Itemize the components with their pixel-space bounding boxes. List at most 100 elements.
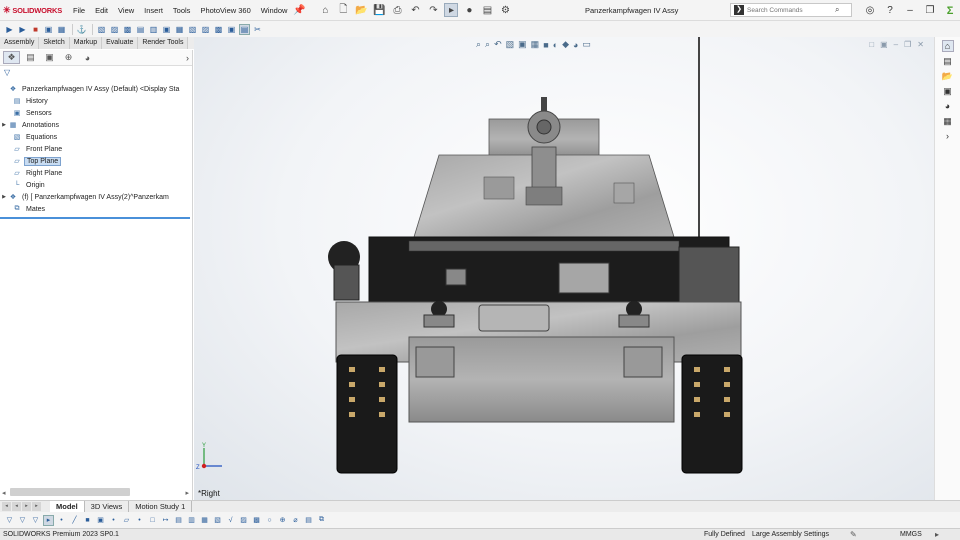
tree-item-sensors[interactable]: ▣ Sensors: [0, 107, 192, 119]
tree-root[interactable]: ❖ Panzerkampfwagen IV Assy (Default) <Di…: [0, 83, 192, 95]
configuration-manager-tab-icon[interactable]: ▣: [41, 51, 58, 64]
tab-assembly[interactable]: Assembly: [0, 37, 40, 49]
search-commands[interactable]: ❯ ⌕: [730, 3, 852, 17]
tree-item-mates[interactable]: ⧉ Mates: [0, 203, 192, 215]
filter-datum-icon[interactable]: ▦: [199, 515, 210, 526]
clear-filter-icon[interactable]: ▽: [30, 515, 41, 526]
tree-item-origin[interactable]: └ Origin: [0, 179, 192, 191]
file-explorer-icon[interactable]: 📂: [942, 70, 954, 82]
reference-geometry-icon[interactable]: ▦: [174, 24, 185, 35]
rebuild-icon[interactable]: ✎: [850, 530, 857, 539]
menu-view[interactable]: View: [113, 6, 139, 15]
tab-sketch[interactable]: Sketch: [39, 37, 70, 49]
filter-points-icon[interactable]: •: [134, 515, 145, 526]
insert-component-icon[interactable]: ▧: [96, 24, 107, 35]
play-icon[interactable]: ▶: [4, 24, 15, 35]
menu-insert[interactable]: Insert: [139, 6, 168, 15]
record-icon[interactable]: ■: [30, 24, 41, 35]
open-icon[interactable]: 📂: [354, 3, 368, 17]
filter-mates-icon[interactable]: ⧉: [316, 515, 327, 526]
selection-filter-icon[interactable]: ▽: [4, 515, 15, 526]
measure-icon[interactable]: ✂: [252, 24, 263, 35]
menu-file[interactable]: File: [68, 6, 90, 15]
filter-gtol-icon[interactable]: ▥: [186, 515, 197, 526]
next-tab-icon[interactable]: ▸: [22, 502, 31, 511]
help-icon[interactable]: ?: [880, 5, 900, 16]
solidworks-logo[interactable]: ✳ SOLIDWORKS: [0, 5, 68, 16]
horizontal-scrollbar[interactable]: [10, 488, 130, 496]
tab-model[interactable]: Model: [50, 500, 85, 513]
home-icon[interactable]: ⌂: [318, 3, 332, 17]
bill-of-materials-icon[interactable]: ▨: [200, 24, 211, 35]
filter-surface-finish-icon[interactable]: √: [225, 515, 236, 526]
filter-edges-icon[interactable]: ╱: [69, 515, 80, 526]
filter-faces-icon[interactable]: ■: [82, 515, 93, 526]
filter-bodies-icon[interactable]: ▣: [95, 515, 106, 526]
tab-markup[interactable]: Markup: [69, 37, 103, 49]
design-library-icon[interactable]: ▤: [942, 55, 954, 67]
tab-motion-study-1[interactable]: Motion Study 1: [129, 500, 193, 513]
tree-item-annotations[interactable]: ▶ ▦ Annotations: [0, 119, 192, 131]
filter-weld-icon[interactable]: ▧: [212, 515, 223, 526]
redo-icon[interactable]: ↷: [426, 3, 440, 17]
dimxpert-tab-icon[interactable]: ⊕: [60, 51, 77, 64]
more-tabs-icon[interactable]: ›: [186, 53, 189, 63]
select-arrow-icon[interactable]: ▸: [43, 514, 54, 526]
graphics-area[interactable]: ⌕ ⌕ ↶ ▧ ▣ ▦ ■ ◐ ◆ ◕ ▭ □ ▣ – ❐ ✕ Y Z *Rig…: [194, 37, 934, 500]
filter-notes-icon[interactable]: ▤: [173, 515, 184, 526]
instant3d-icon[interactable]: ▣: [226, 24, 237, 35]
feature-manager-tab-icon[interactable]: ❖: [3, 51, 20, 64]
filter-dimensions-icon[interactable]: ↦: [160, 515, 171, 526]
unit-system[interactable]: MMGS: [900, 531, 922, 538]
filter-toggle-icon[interactable]: ▽: [17, 515, 28, 526]
tree-item-right-plane[interactable]: ▱ Right Plane: [0, 167, 192, 179]
appearances-icon[interactable]: ◕: [942, 100, 954, 112]
menu-edit[interactable]: Edit: [90, 6, 113, 15]
expand-icon[interactable]: ▶: [0, 122, 8, 128]
menu-window[interactable]: Window: [256, 6, 293, 15]
user-icon[interactable]: ◎: [860, 5, 880, 16]
tree-item-subassembly[interactable]: ▶ ❖ (f) [ Panzerkampfwagen IV Assy(2)^Pa…: [0, 191, 192, 203]
tab-3d-views[interactable]: 3D Views: [85, 500, 130, 513]
search-input[interactable]: [747, 6, 835, 14]
customize-status-icon[interactable]: ▸: [935, 530, 939, 539]
fast-forward-icon[interactable]: ▶: [17, 24, 28, 35]
expand-icon[interactable]: ▶: [0, 194, 8, 200]
view-palette-icon[interactable]: ▣: [942, 85, 954, 97]
first-tab-icon[interactable]: ◂: [2, 502, 11, 511]
filter-vertices-icon[interactable]: •: [56, 515, 67, 526]
solidworks-resources-icon[interactable]: ⌂: [941, 40, 954, 52]
save-icon[interactable]: 💾: [372, 3, 386, 17]
filter-icon[interactable]: ▽: [0, 66, 192, 80]
scroll-left-icon[interactable]: ◂: [2, 489, 6, 497]
mate-icon[interactable]: ▨: [109, 24, 120, 35]
options-gear-icon[interactable]: ⚙: [498, 3, 512, 17]
select-icon[interactable]: ▸: [444, 3, 459, 17]
custom-properties-icon[interactable]: ▦: [942, 115, 954, 127]
edit-component-icon[interactable]: ▣: [43, 24, 54, 35]
filter-balloons-icon[interactable]: ○: [264, 515, 275, 526]
exploded-view-icon[interactable]: ▩: [213, 24, 224, 35]
tree-item-equations[interactable]: ▧ Equations: [0, 131, 192, 143]
print-icon[interactable]: ⎙: [390, 3, 404, 17]
tree-item-top-plane[interactable]: ▱ Top Plane: [0, 155, 192, 167]
filter-axes-icon[interactable]: •: [108, 515, 119, 526]
menu-photoview[interactable]: PhotoView 360: [195, 6, 255, 15]
search-icon[interactable]: ⌕: [835, 5, 839, 15]
solidworks-resources-icon[interactable]: Σ: [940, 5, 960, 17]
menu-tools[interactable]: Tools: [168, 6, 196, 15]
anchor-icon[interactable]: ⚓: [76, 24, 87, 35]
save-part-icon[interactable]: ▦: [56, 24, 67, 35]
tree-item-history[interactable]: ▤ History: [0, 95, 192, 107]
last-tab-icon[interactable]: ▸: [32, 502, 41, 511]
filter-tables-icon[interactable]: ▤: [303, 515, 314, 526]
tab-render-tools[interactable]: Render Tools: [138, 37, 189, 49]
undo-icon[interactable]: ↶: [408, 3, 422, 17]
prev-tab-icon[interactable]: ◂: [12, 502, 21, 511]
collapse-pane-icon[interactable]: ›: [942, 130, 954, 142]
move-component-icon[interactable]: ▤: [135, 24, 146, 35]
filter-blocks-icon[interactable]: ▩: [251, 515, 262, 526]
new-motion-study-icon[interactable]: ▧: [187, 24, 198, 35]
filter-centermarks-icon[interactable]: ⊕: [277, 515, 288, 526]
property-manager-tab-icon[interactable]: ▤: [22, 51, 39, 64]
